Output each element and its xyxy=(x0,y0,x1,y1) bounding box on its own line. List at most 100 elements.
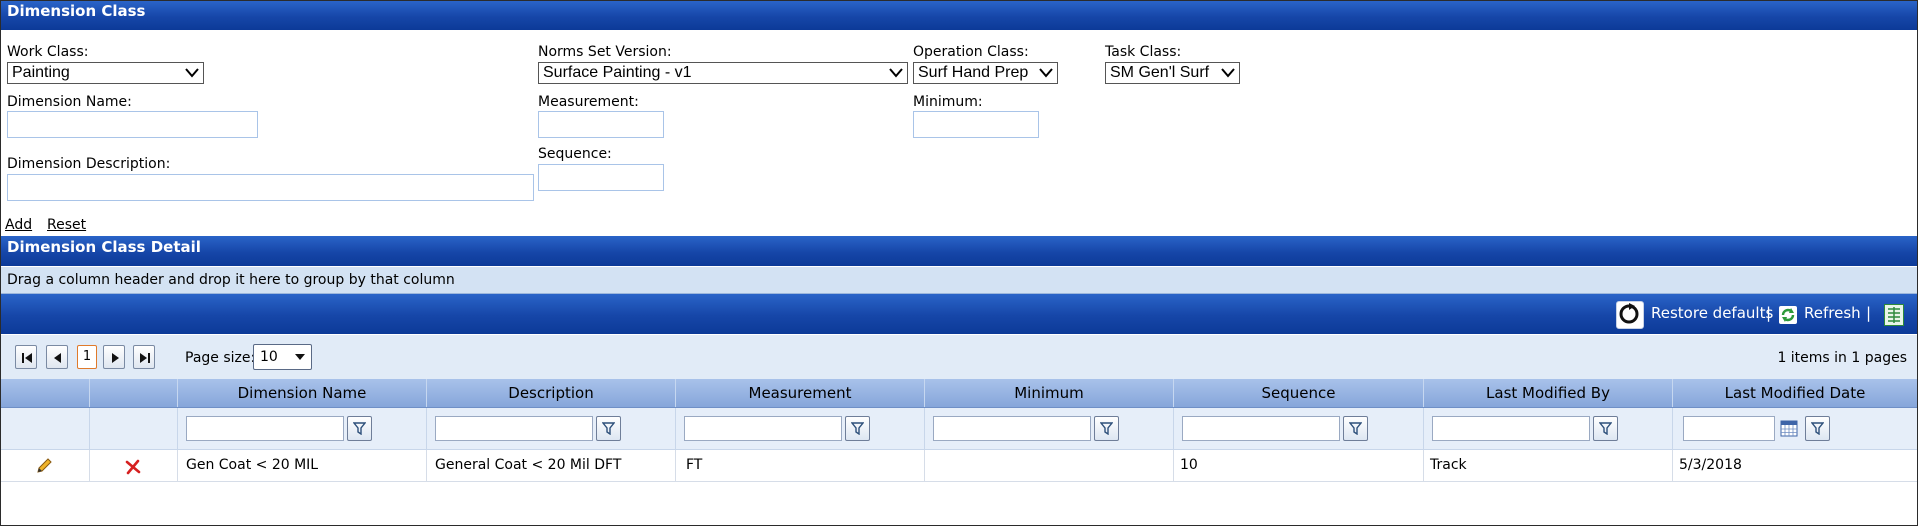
last-page-button[interactable] xyxy=(133,345,155,369)
filter-button[interactable] xyxy=(1343,416,1368,441)
column-header-last-modified-by[interactable]: Last Modified By xyxy=(1423,379,1672,407)
pencil-icon[interactable] xyxy=(35,456,53,474)
next-page-icon xyxy=(112,353,119,363)
add-link[interactable]: Add xyxy=(5,217,32,233)
filter-cell-last-modified-date xyxy=(1672,408,1917,449)
filter-icon xyxy=(851,422,864,435)
table-row: Gen Coat < 20 MIL General Coat < 20 Mil … xyxy=(1,450,1917,482)
reset-link[interactable]: Reset xyxy=(47,217,86,233)
calendar-icon[interactable] xyxy=(1780,420,1798,437)
column-header-minimum[interactable]: Minimum xyxy=(924,379,1173,407)
restore-defaults-button[interactable]: Restore defaults xyxy=(1651,304,1773,322)
panel-title: Dimension Class xyxy=(7,2,146,20)
work-class-select[interactable]: Painting xyxy=(7,62,204,84)
cell-dimension-name: Gen Coat < 20 MIL xyxy=(177,450,426,481)
chevron-down-icon xyxy=(889,68,903,78)
export-excel-icon[interactable] xyxy=(1884,304,1904,326)
filter-button[interactable] xyxy=(347,416,372,441)
filter-cell-sequence xyxy=(1173,408,1423,449)
prev-page-button[interactable] xyxy=(46,345,68,369)
refresh-button[interactable]: Refresh xyxy=(1804,304,1861,322)
filter-button[interactable] xyxy=(596,416,621,441)
minimum-input[interactable] xyxy=(913,111,1039,138)
group-by-panel[interactable]: Drag a column header and drop it here to… xyxy=(1,267,1917,294)
group-hint-text: Drag a column header and drop it here to… xyxy=(7,272,455,288)
edit-cell xyxy=(1,450,89,481)
column-header-last-modified-date[interactable]: Last Modified Date xyxy=(1672,379,1917,407)
work-class-value: Painting xyxy=(12,64,70,81)
filter-input-dimension-name[interactable] xyxy=(186,416,344,441)
filter-input-measurement[interactable] xyxy=(684,416,842,441)
last-page-icon xyxy=(140,353,150,363)
current-page-button[interactable]: 1 xyxy=(77,345,97,369)
delete-x-icon[interactable] xyxy=(125,456,141,475)
filter-button[interactable] xyxy=(845,416,870,441)
toolbar-separator: | xyxy=(1766,304,1772,322)
filter-cell-measurement xyxy=(675,408,924,449)
filter-cell-empty xyxy=(1,408,89,449)
dimension-name-input[interactable] xyxy=(7,111,258,138)
chevron-down-icon xyxy=(295,354,305,360)
filter-input-sequence[interactable] xyxy=(1182,416,1340,441)
filter-cell-dimension-name xyxy=(177,408,426,449)
detail-title-bar: Dimension Class Detail xyxy=(1,236,1917,266)
dimension-description-input[interactable] xyxy=(7,174,534,201)
filter-input-minimum[interactable] xyxy=(933,416,1091,441)
operation-class-select[interactable]: Surf Hand Prep xyxy=(913,62,1058,84)
measurement-input[interactable] xyxy=(538,111,664,138)
cell-sequence: 10 xyxy=(1173,450,1423,481)
pager-summary: 1 items in 1 pages xyxy=(1777,350,1907,366)
header-delete-col xyxy=(89,379,177,407)
minimum-label: Minimum: xyxy=(913,94,983,110)
restore-icon[interactable] xyxy=(1616,301,1644,329)
filter-cell-empty xyxy=(89,408,177,449)
filter-icon xyxy=(1599,422,1612,435)
filter-icon xyxy=(1100,422,1113,435)
page-size-value: 10 xyxy=(260,349,278,365)
filter-input-last-modified-by[interactable] xyxy=(1432,416,1590,441)
cell-minimum xyxy=(924,450,1173,481)
cell-last-modified-date: 5/3/2018 xyxy=(1672,450,1917,481)
cell-last-modified-by: Track xyxy=(1423,450,1672,481)
norms-set-version-select[interactable]: Surface Painting - v1 xyxy=(538,62,908,84)
filter-button[interactable] xyxy=(1094,416,1119,441)
page-size-select[interactable]: 10 xyxy=(253,344,312,370)
detail-title: Dimension Class Detail xyxy=(7,238,201,256)
dimension-class-page: Dimension Class Work Class: Painting Nor… xyxy=(0,0,1918,526)
grid-header-row: Dimension Name Description Measurement M… xyxy=(1,379,1917,408)
filter-icon xyxy=(353,422,366,435)
measurement-label: Measurement: xyxy=(538,94,639,110)
first-page-button[interactable] xyxy=(15,345,37,369)
column-header-description[interactable]: Description xyxy=(426,379,675,407)
filter-button[interactable] xyxy=(1593,416,1618,441)
column-header-dimension-name[interactable]: Dimension Name xyxy=(177,379,426,407)
toolbar-separator-2: | xyxy=(1866,304,1872,322)
sequence-label: Sequence: xyxy=(538,146,612,162)
chevron-down-icon xyxy=(1221,68,1235,78)
filter-row xyxy=(1,408,1917,450)
filter-cell-description xyxy=(426,408,675,449)
filter-input-last-modified-date[interactable] xyxy=(1683,416,1775,441)
next-page-button[interactable] xyxy=(103,345,125,369)
grid-toolbar: Restore defaults | Refresh | xyxy=(1,294,1917,334)
norms-set-version-label: Norms Set Version: xyxy=(538,44,672,60)
panel-title-bar: Dimension Class xyxy=(1,1,1917,30)
filter-cell-minimum xyxy=(924,408,1173,449)
filter-icon xyxy=(602,422,615,435)
refresh-icon[interactable] xyxy=(1779,306,1797,324)
cell-description: General Coat < 20 Mil DFT xyxy=(426,450,675,481)
operation-class-value: Surf Hand Prep xyxy=(918,64,1029,81)
column-header-measurement[interactable]: Measurement xyxy=(675,379,924,407)
task-class-value: SM Gen'l Surf xyxy=(1110,64,1210,81)
task-class-select[interactable]: SM Gen'l Surf xyxy=(1105,62,1240,84)
operation-class-label: Operation Class: xyxy=(913,44,1029,60)
cell-measurement: FT xyxy=(675,450,924,481)
norms-set-version-value: Surface Painting - v1 xyxy=(543,64,692,81)
column-header-sequence[interactable]: Sequence xyxy=(1173,379,1423,407)
dimension-description-label: Dimension Description: xyxy=(7,156,171,172)
header-edit-col xyxy=(1,379,89,407)
filter-input-description[interactable] xyxy=(435,416,593,441)
filter-icon xyxy=(1349,422,1362,435)
filter-button[interactable] xyxy=(1805,416,1830,441)
sequence-input[interactable] xyxy=(538,164,664,191)
